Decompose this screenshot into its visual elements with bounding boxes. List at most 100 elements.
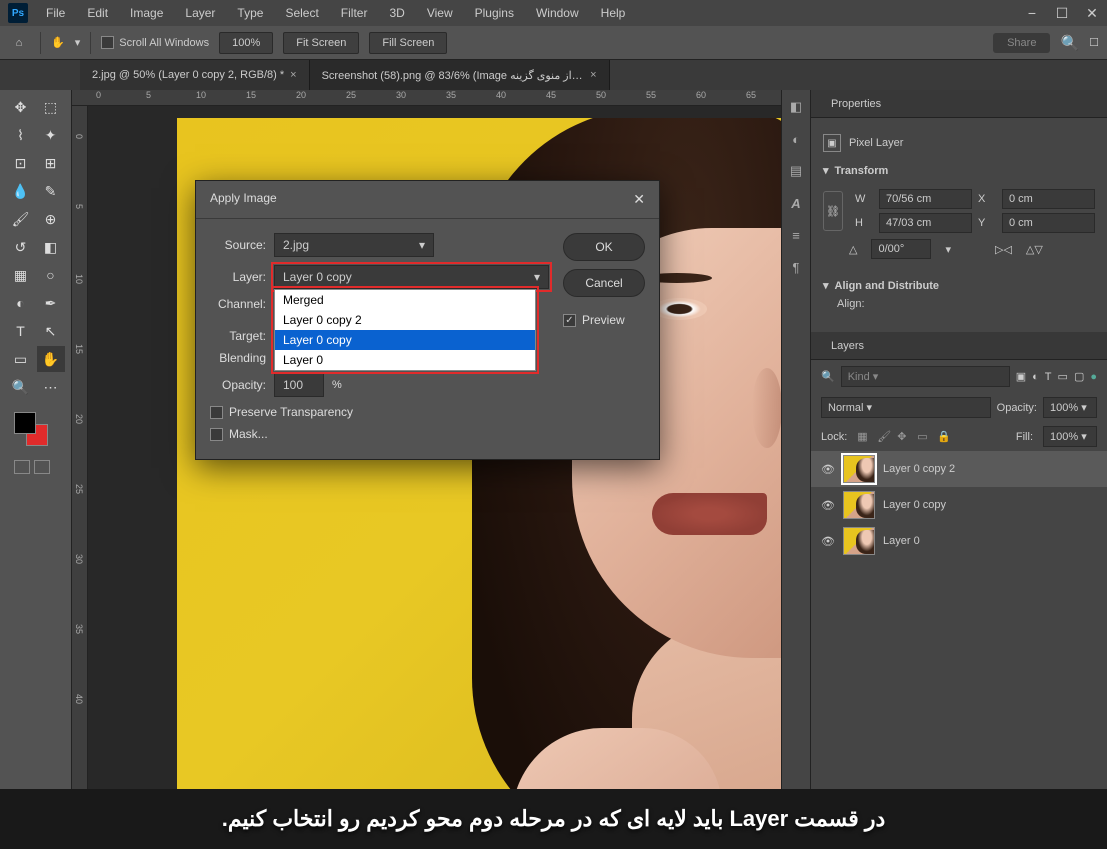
menu-image[interactable]: Image (120, 2, 173, 24)
layer-filter[interactable]: Kind ▾ (841, 366, 1010, 387)
tab-document-1[interactable]: 2.jpg @ 50% (Layer 0 copy 2, RGB/8) * × (80, 60, 310, 90)
shape-tool[interactable]: ▭ (7, 346, 35, 372)
move-tool[interactable]: ✥ (7, 94, 35, 120)
marquee-tool[interactable]: ⬚ (37, 94, 65, 120)
angle-input[interactable] (871, 239, 931, 259)
fill-opacity[interactable]: 100% ▾ (1043, 426, 1097, 447)
filter-toggle[interactable]: ● (1090, 371, 1097, 383)
cancel-button[interactable]: Cancel (563, 269, 645, 297)
visibility-icon[interactable]: 👁 (821, 535, 835, 548)
height-input[interactable] (879, 213, 972, 233)
menu-select[interactable]: Select (275, 2, 328, 24)
character-icon[interactable]: A (787, 194, 805, 212)
blend-mode-select[interactable]: Normal ▾ (821, 397, 991, 418)
crop-tool[interactable]: ⊡ (7, 150, 35, 176)
dodge-tool[interactable]: ◐ (7, 290, 35, 316)
layer-select[interactable]: Layer 0 copy▾ (274, 265, 549, 289)
menu-view[interactable]: View (417, 2, 463, 24)
brush-tool[interactable]: 🖌 (7, 206, 35, 232)
layer-item[interactable]: 👁 Layer 0 (811, 523, 1107, 559)
menu-file[interactable]: File (36, 2, 75, 24)
close-icon[interactable]: × (590, 69, 596, 81)
filter-pixel-icon[interactable]: ▣ (1016, 370, 1026, 383)
more-tool[interactable]: ⋯ (37, 374, 65, 400)
quickmask-icon[interactable] (14, 460, 30, 474)
layer-item[interactable]: 👁 Layer 0 copy (811, 487, 1107, 523)
path-tool[interactable]: ↖ (37, 318, 65, 344)
y-input[interactable] (1002, 213, 1095, 233)
adjustments-icon[interactable]: ◐ (787, 130, 805, 148)
flip-h-icon[interactable]: ▷◁ (995, 243, 1012, 256)
mask-check[interactable]: Mask... (210, 427, 549, 441)
scroll-all-checkbox[interactable]: Scroll All Windows (101, 36, 209, 49)
layer-name[interactable]: Layer 0 (883, 535, 920, 547)
flip-v-icon[interactable]: △▽ (1026, 243, 1043, 256)
blur-tool[interactable]: ○ (37, 262, 65, 288)
menu-3d[interactable]: 3D (379, 2, 414, 24)
workspace-icon[interactable]: ☐ (1089, 36, 1099, 49)
properties-tab[interactable]: Properties (821, 92, 891, 116)
menu-filter[interactable]: Filter (331, 2, 378, 24)
tab-document-2[interactable]: Screenshot (58).png @ 83/6% (Image بعد ا… (310, 60, 610, 90)
visibility-icon[interactable]: 👁 (821, 499, 835, 512)
filter-shape-icon[interactable]: ▭ (1058, 370, 1068, 383)
link-icon[interactable]: ⛓ (823, 191, 843, 231)
visibility-icon[interactable]: 👁 (821, 463, 835, 476)
source-select[interactable]: 2.jpg▾ (274, 233, 434, 257)
paragraph-icon[interactable]: ≡ (787, 226, 805, 244)
fill-screen-button[interactable]: Fill Screen (369, 32, 447, 54)
eyedropper-tool[interactable]: 💧 (7, 178, 35, 204)
stamp-tool[interactable]: ⊕ (37, 206, 65, 232)
layer-thumbnail[interactable] (843, 491, 875, 519)
menu-type[interactable]: Type (227, 2, 273, 24)
hand-tool-icon[interactable]: ✋ (51, 36, 65, 49)
eraser-tool[interactable]: ◧ (37, 234, 65, 260)
lock-transparency-icon[interactable]: ▦ (857, 430, 871, 444)
color-swatches[interactable] (14, 412, 54, 452)
history-brush-tool[interactable]: ↺ (7, 234, 35, 260)
filter-smart-icon[interactable]: ▢ (1074, 370, 1084, 383)
layer-name[interactable]: Layer 0 copy (883, 499, 946, 511)
maximize-button[interactable]: ☐ (1047, 0, 1077, 26)
close-icon[interactable]: ✕ (633, 191, 645, 208)
libraries-icon[interactable]: ▤ (787, 162, 805, 180)
preview-check[interactable]: Preview (563, 313, 645, 327)
home-icon[interactable]: ⌂ (8, 32, 30, 54)
lock-all-icon[interactable]: 🔒 (937, 430, 951, 444)
layer-thumbnail[interactable] (843, 455, 875, 483)
layer-option-copy[interactable]: Layer 0 copy (275, 330, 535, 350)
lasso-tool[interactable]: ⌇ (7, 122, 35, 148)
ok-button[interactable]: OK (563, 233, 645, 261)
lock-artboard-icon[interactable]: ▭ (917, 430, 931, 444)
menu-edit[interactable]: Edit (77, 2, 118, 24)
opacity-input[interactable] (274, 373, 324, 397)
hand-tool[interactable]: ✋ (37, 346, 65, 372)
color-panel-icon[interactable]: ◧ (787, 98, 805, 116)
menu-help[interactable]: Help (591, 2, 636, 24)
layer-name[interactable]: Layer 0 copy 2 (883, 463, 955, 475)
minimize-button[interactable]: − (1017, 0, 1047, 26)
layer-thumbnail[interactable] (843, 527, 875, 555)
pen-tool[interactable]: ✒ (37, 290, 65, 316)
search-icon[interactable]: 🔍 (1060, 34, 1079, 52)
close-button[interactable]: ✕ (1077, 0, 1107, 26)
foreground-color[interactable] (14, 412, 36, 434)
healing-tool[interactable]: ✎ (37, 178, 65, 204)
menu-layer[interactable]: Layer (175, 2, 225, 24)
close-icon[interactable]: × (290, 69, 296, 81)
type-tool[interactable]: T (7, 318, 35, 344)
transform-section[interactable]: ▾Transform (823, 158, 1095, 183)
menu-window[interactable]: Window (526, 2, 589, 24)
screenmode-icon[interactable] (34, 460, 50, 474)
lock-pixels-icon[interactable]: 🖌 (877, 430, 891, 444)
share-button[interactable]: Share (993, 33, 1050, 53)
layer-opacity[interactable]: 100% ▾ (1043, 397, 1097, 418)
layer-option-0[interactable]: Layer 0 (275, 350, 535, 370)
layer-option-copy2[interactable]: Layer 0 copy 2 (275, 310, 535, 330)
width-input[interactable] (879, 189, 972, 209)
gradient-tool[interactable]: ▦ (7, 262, 35, 288)
frame-tool[interactable]: ⊞ (37, 150, 65, 176)
fit-screen-button[interactable]: Fit Screen (283, 32, 359, 54)
filter-type-icon[interactable]: T (1045, 371, 1052, 383)
magic-wand-tool[interactable]: ✦ (37, 122, 65, 148)
